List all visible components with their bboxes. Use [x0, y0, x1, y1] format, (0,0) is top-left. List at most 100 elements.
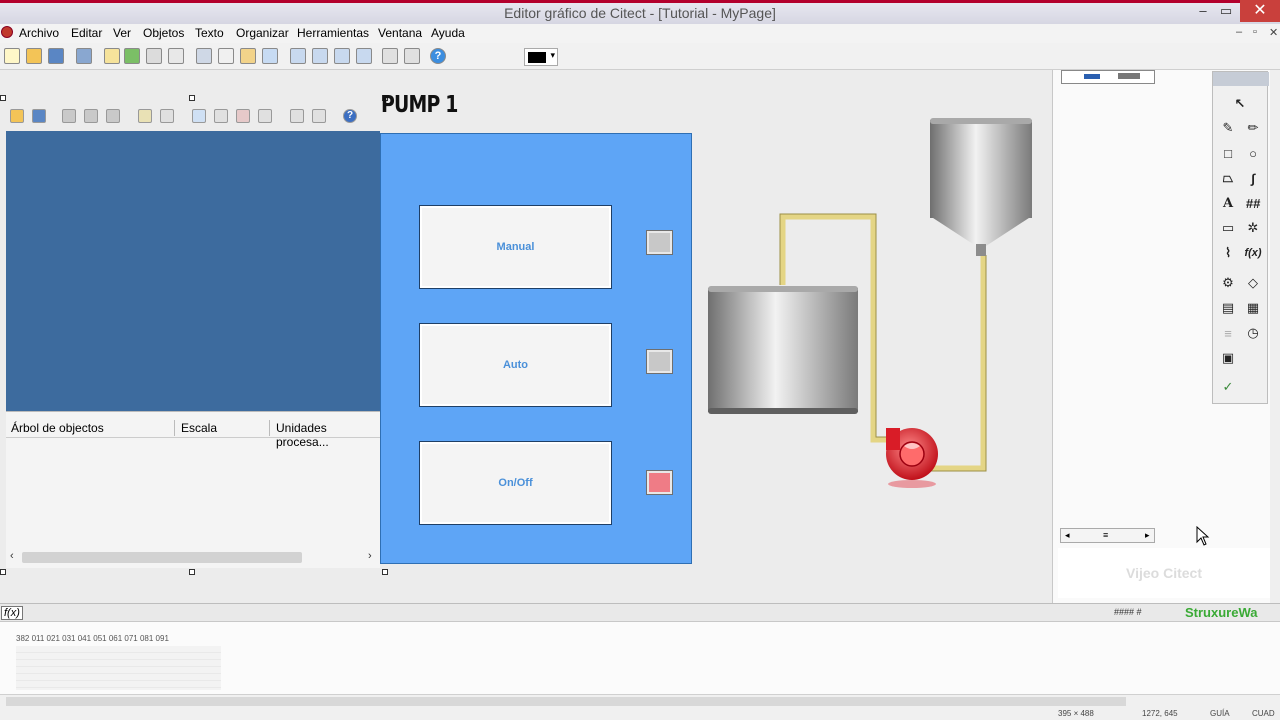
cut-icon[interactable] — [62, 109, 76, 123]
menu-ayuda[interactable]: Ayuda — [431, 26, 465, 40]
maximize-icon[interactable]: ▭ — [1214, 3, 1238, 19]
bring-front-icon[interactable] — [290, 48, 306, 64]
button-icon[interactable]: ▭ — [1218, 218, 1238, 238]
selection-handle[interactable] — [0, 569, 6, 575]
paste-icon[interactable] — [106, 109, 120, 123]
number-icon[interactable]: ## — [1243, 193, 1263, 213]
freehand-icon[interactable]: ✎ — [1218, 118, 1238, 138]
save-icon[interactable] — [48, 48, 64, 64]
selection-handle[interactable] — [0, 95, 6, 101]
function-icon[interactable]: f(x) — [1243, 243, 1263, 263]
line-tool-icon[interactable] — [160, 109, 174, 123]
page-thumbnail[interactable] — [1061, 70, 1155, 84]
scroll-grip-icon[interactable]: ≡ — [1103, 530, 1108, 540]
cicode-icon[interactable]: ▤ — [1218, 298, 1238, 318]
manual-button[interactable]: Manual — [419, 205, 612, 289]
pump-tool-icon[interactable]: ⚙ — [1218, 273, 1238, 293]
trend-icon[interactable]: ⌇ — [1218, 243, 1238, 263]
scroll-thumb[interactable] — [6, 697, 1126, 706]
send-back-icon[interactable] — [312, 48, 328, 64]
wand-icon[interactable] — [138, 109, 152, 123]
table-icon[interactable] — [290, 109, 304, 123]
tree-horizontal-scrollbar[interactable]: ‹ › — [6, 549, 380, 566]
menu-objetos[interactable]: Objetos — [143, 26, 184, 40]
copy-icon[interactable] — [84, 109, 98, 123]
chevron-right-icon[interactable]: › — [368, 550, 372, 562]
undo-icon[interactable] — [262, 48, 278, 64]
pointer-icon[interactable]: ↖ — [1230, 94, 1250, 114]
function-icon[interactable]: f(x) — [1, 606, 23, 620]
color-picker[interactable]: ▾ — [524, 48, 558, 66]
bottom-horizontal-scrollbar[interactable] — [0, 694, 1280, 708]
thumbnail-scrollbar[interactable]: ◂ ≡ ▸ — [1060, 528, 1155, 543]
status-guia[interactable]: GUÍA — [1210, 709, 1230, 718]
menu-organizar[interactable]: Organizar — [236, 26, 289, 40]
close-icon[interactable]: ✕ — [1240, 0, 1280, 22]
open-folder-icon[interactable] — [26, 48, 42, 64]
app-icon[interactable] — [1, 26, 13, 38]
save-icon[interactable] — [32, 109, 46, 123]
page-icon[interactable] — [104, 48, 120, 64]
arrow-icon[interactable] — [258, 109, 272, 123]
table-icon[interactable]: ▦ — [1243, 298, 1263, 318]
chevron-left-icon[interactable]: ‹ — [10, 550, 14, 562]
group-icon[interactable] — [334, 48, 350, 64]
line-icon[interactable] — [214, 109, 228, 123]
mdi-close-icon[interactable]: ✕ — [1269, 26, 1278, 39]
ellipse-icon[interactable]: ○ — [1243, 143, 1263, 163]
image-icon[interactable] — [312, 109, 326, 123]
scroll-thumb[interactable] — [22, 552, 302, 563]
open-folder-icon[interactable] — [10, 109, 24, 123]
help-icon[interactable]: ? — [430, 48, 446, 64]
object-preview — [6, 131, 380, 411]
selection-handle[interactable] — [382, 569, 388, 575]
branch-icon[interactable] — [236, 109, 250, 123]
mdi-minimize-icon[interactable]: – — [1236, 26, 1242, 38]
menu-archivo[interactable]: Archivo — [19, 26, 59, 40]
symbol-set-icon[interactable]: ✲ — [1243, 218, 1263, 238]
tree-column-units[interactable]: Unidades procesa... — [276, 421, 380, 449]
tree-column-scale[interactable]: Escala — [181, 421, 217, 435]
page-title: PUMP 1 — [381, 92, 458, 118]
distribute-icon[interactable] — [404, 48, 420, 64]
toolbox-header[interactable] — [1213, 72, 1269, 86]
clock-icon[interactable]: ◷ — [1243, 323, 1263, 343]
polygon-icon[interactable]: ⏢ — [1218, 168, 1238, 188]
menu-ventana[interactable]: Ventana — [378, 26, 422, 40]
text-icon[interactable]: A — [1218, 193, 1238, 213]
symbol-icon[interactable] — [146, 48, 162, 64]
menu-texto[interactable]: Texto — [195, 26, 224, 40]
struxureware-logo: StruxureWa — [1185, 605, 1258, 620]
menu-ver[interactable]: Ver — [113, 26, 131, 40]
chevron-right-icon[interactable]: ▸ — [1145, 530, 1150, 541]
print-icon[interactable] — [76, 48, 92, 64]
valve-icon[interactable]: ◇ — [1243, 273, 1263, 293]
pencil-icon[interactable]: ✏ — [1243, 118, 1263, 138]
rectangle-icon[interactable]: □ — [1218, 143, 1238, 163]
genie-icon[interactable]: ✓ — [1218, 377, 1238, 397]
on-off-button[interactable]: On/Off — [419, 441, 612, 525]
status-cuad[interactable]: CUAD — [1252, 709, 1275, 718]
minimize-icon[interactable]: – — [1191, 3, 1215, 18]
selection-handle[interactable] — [189, 569, 195, 575]
cut-icon[interactable] — [196, 48, 212, 64]
align-icon[interactable] — [382, 48, 398, 64]
menu-editar[interactable]: Editar — [71, 26, 102, 40]
selection-handle[interactable] — [189, 95, 195, 101]
library-icon[interactable] — [124, 48, 140, 64]
pipe-icon[interactable]: ∫ — [1243, 168, 1263, 188]
chevron-left-icon[interactable]: ◂ — [1065, 530, 1070, 541]
tree-column-objects[interactable]: Árbol de objectos — [11, 421, 104, 435]
properties-icon[interactable] — [168, 48, 184, 64]
ungroup-icon[interactable] — [356, 48, 372, 64]
vertical-scrollbar[interactable] — [1270, 70, 1280, 604]
select-point-icon[interactable] — [192, 109, 206, 123]
auto-button[interactable]: Auto — [419, 323, 612, 407]
paste-icon[interactable] — [240, 48, 256, 64]
menu-herramientas[interactable]: Herramientas — [297, 26, 369, 40]
help-icon[interactable]: ? — [343, 109, 357, 123]
copy-icon[interactable] — [218, 48, 234, 64]
activex-icon[interactable]: ▣ — [1218, 348, 1238, 368]
new-page-icon[interactable] — [4, 48, 20, 64]
mdi-restore-icon[interactable]: ▫ — [1253, 26, 1257, 38]
